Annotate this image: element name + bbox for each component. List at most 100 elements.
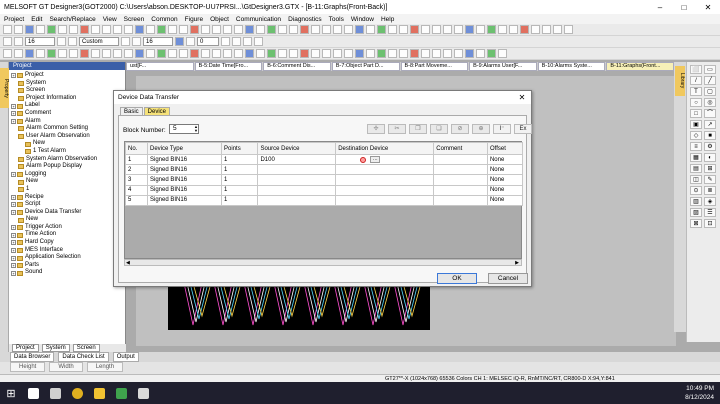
- toolbar-button[interactable]: [520, 25, 529, 34]
- toolbar-button[interactable]: [531, 25, 540, 34]
- toolbar-button[interactable]: [388, 49, 397, 58]
- toolbar-button[interactable]: [57, 37, 66, 46]
- tree-item[interactable]: + Alarm: [9, 118, 125, 126]
- toolbar-button[interactable]: [498, 49, 507, 58]
- figure-tool-icon[interactable]: ╱: [704, 76, 716, 85]
- toolbar-button[interactable]: [58, 25, 67, 34]
- figure-tool-icon[interactable]: ✎: [704, 175, 716, 184]
- toolbar-button[interactable]: [146, 49, 155, 58]
- tree-item[interactable]: Screen: [9, 87, 125, 95]
- tree-item[interactable]: + Project: [9, 72, 125, 80]
- toolbar-button[interactable]: [344, 25, 353, 34]
- table-cell-no[interactable]: 5: [125, 194, 148, 206]
- dialog-tool-icon[interactable]: ⊕: [472, 124, 490, 134]
- figure-tool-icon[interactable]: ⬜: [690, 65, 702, 74]
- scroll-right-icon[interactable]: ▶: [515, 260, 519, 266]
- menu-item[interactable]: Diagnostics: [288, 16, 322, 23]
- expand-icon[interactable]: +: [11, 209, 16, 215]
- toolbar-button[interactable]: [223, 49, 232, 58]
- tree-item[interactable]: Alarm Common Setting: [9, 125, 125, 133]
- figure-tool-icon[interactable]: ◎: [704, 98, 716, 107]
- toolbar-button[interactable]: [311, 25, 320, 34]
- tree-item[interactable]: + Comment: [9, 110, 125, 118]
- toolbar-button[interactable]: [3, 37, 12, 46]
- toolbar-button[interactable]: [278, 25, 287, 34]
- table-cell-source[interactable]: [257, 174, 337, 186]
- expand-icon[interactable]: +: [11, 232, 16, 238]
- windows-start-icon[interactable]: ⊞: [0, 382, 22, 404]
- expand-icon[interactable]: +: [11, 111, 16, 117]
- tree-item[interactable]: New: [9, 216, 125, 224]
- table-cell-type[interactable]: Signed BIN16: [146, 184, 223, 196]
- figure-tool-icon[interactable]: ▢: [704, 87, 716, 96]
- toolbar-button[interactable]: [190, 25, 199, 34]
- menu-item[interactable]: Screen: [124, 16, 145, 23]
- toolbar-button[interactable]: [234, 25, 243, 34]
- column-header[interactable]: Destination Device: [335, 142, 435, 155]
- toolbar-button[interactable]: [278, 49, 287, 58]
- menu-item[interactable]: Project: [4, 16, 24, 23]
- toolbar-button[interactable]: [80, 49, 89, 58]
- figure-tool-icon[interactable]: ▣: [690, 120, 702, 129]
- menu-item[interactable]: Communication: [236, 16, 281, 23]
- toolbar-button[interactable]: [102, 25, 111, 34]
- toolbar-button[interactable]: [245, 49, 254, 58]
- figure-tool-icon[interactable]: ▨: [690, 208, 702, 217]
- tree-item[interactable]: User Alarm Observation: [9, 133, 125, 141]
- toolbar-button[interactable]: [25, 25, 34, 34]
- width-field[interactable]: Width: [49, 362, 83, 372]
- menu-item[interactable]: Figure: [185, 16, 203, 23]
- expand-icon[interactable]: +: [11, 240, 16, 246]
- table-row[interactable]: 2 Signed BIN16 1 None: [125, 164, 524, 176]
- ok-button[interactable]: OK: [437, 273, 477, 284]
- figure-tool-icon[interactable]: ↗: [704, 120, 716, 129]
- figure-tool-icon[interactable]: ◈: [704, 197, 716, 206]
- tree-item[interactable]: Project Information: [9, 95, 125, 103]
- table-row[interactable]: 1 Signed BIN16 1 D100 … None: [125, 153, 524, 166]
- figure-tool-icon[interactable]: ○: [690, 98, 702, 107]
- toolbar-button[interactable]: [366, 25, 375, 34]
- toolbar-button[interactable]: [135, 49, 144, 58]
- toolbar-button[interactable]: [476, 25, 485, 34]
- expand-icon[interactable]: +: [11, 225, 16, 231]
- toolbar-button[interactable]: [243, 37, 252, 46]
- tab-screen[interactable]: Screen: [72, 344, 100, 352]
- toolbar-button[interactable]: [36, 25, 45, 34]
- toolbar-button[interactable]: [333, 25, 342, 34]
- dialog-tool-icon[interactable]: ⊘: [451, 124, 469, 134]
- dialog-tool-icon[interactable]: ❏: [430, 124, 448, 134]
- table-cell-offset[interactable]: None: [486, 174, 524, 186]
- toolbar-button[interactable]: [322, 25, 331, 34]
- toolbar-button[interactable]: [124, 25, 133, 34]
- dialog-tool-icon[interactable]: I⁻: [493, 124, 511, 134]
- table-cell-source[interactable]: [257, 164, 337, 176]
- expand-icon[interactable]: +: [11, 103, 16, 109]
- tree-item[interactable]: + Hard Copy: [9, 239, 125, 247]
- toolbar-button[interactable]: [344, 49, 353, 58]
- toolbar-button[interactable]: [256, 25, 265, 34]
- menu-item[interactable]: View: [103, 16, 117, 23]
- toolbar-button[interactable]: [487, 25, 496, 34]
- toolbar-button[interactable]: [355, 49, 364, 58]
- height-field[interactable]: Height: [10, 362, 46, 372]
- taskbar-clock[interactable]: 10:49 PM 8/12/2024: [685, 384, 714, 402]
- table-cell-offset[interactable]: None: [486, 153, 524, 166]
- tree-item[interactable]: New: [9, 140, 125, 148]
- close-window-button[interactable]: ✕: [696, 0, 720, 14]
- column-header[interactable]: Source Device: [257, 142, 337, 155]
- scroll-left-icon[interactable]: ◀: [126, 260, 130, 266]
- toolbar-button[interactable]: [443, 25, 452, 34]
- toolbar-button[interactable]: [157, 25, 166, 34]
- tree-item[interactable]: 1: [9, 186, 125, 194]
- document-tab[interactable]: ust[F...: [126, 62, 194, 71]
- table-cell-points[interactable]: 1: [221, 153, 259, 166]
- toolbar-button[interactable]: [300, 49, 309, 58]
- table-cell-offset[interactable]: None: [486, 164, 524, 176]
- toolbar-button[interactable]: [47, 49, 56, 58]
- table-row[interactable]: 5 Signed BIN16 1 None: [125, 194, 524, 206]
- toolbar-button[interactable]: [322, 49, 331, 58]
- toolbar-button[interactable]: [465, 49, 474, 58]
- toolbar-button[interactable]: [377, 49, 386, 58]
- toolbar-button[interactable]: [254, 37, 263, 46]
- figure-tool-icon[interactable]: ⊡: [704, 219, 716, 228]
